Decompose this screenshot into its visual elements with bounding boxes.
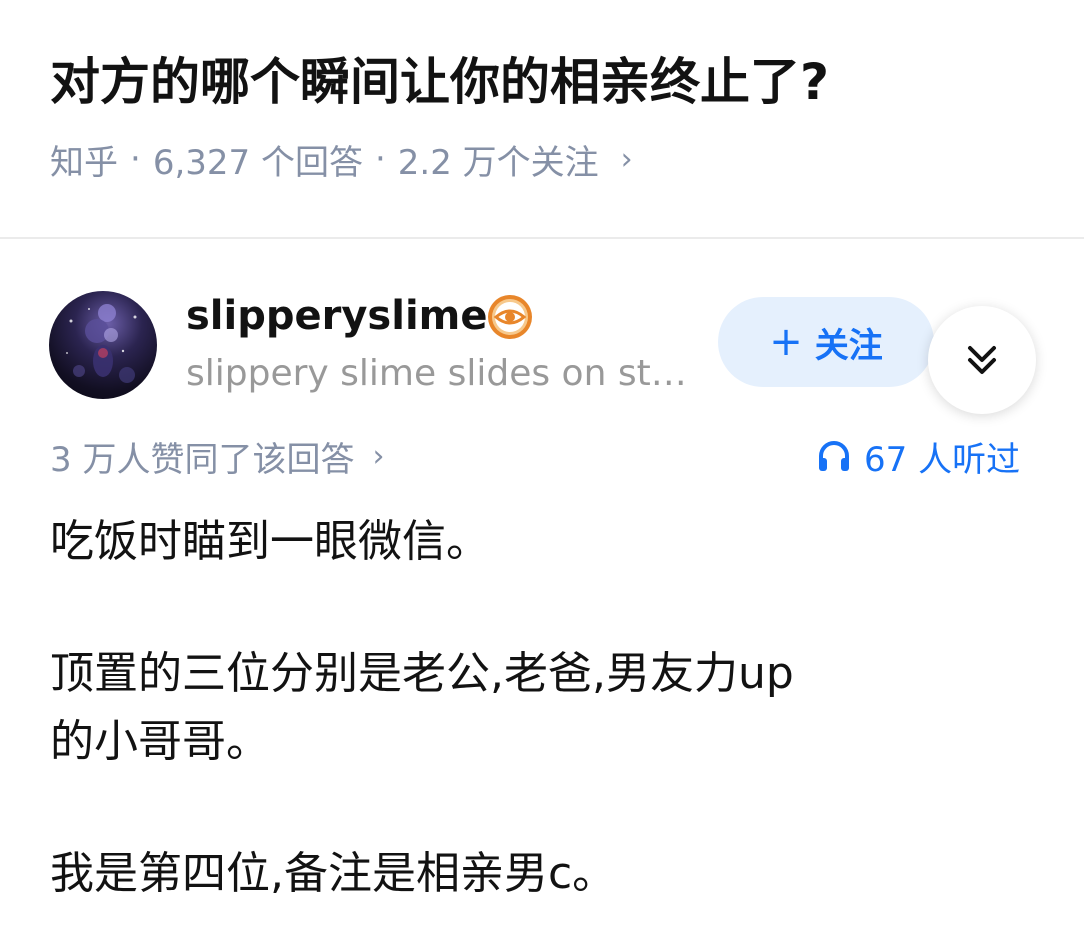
answer-paragraph: 吃饭时瞄到一眼微信。 bbox=[50, 516, 490, 567]
chevron-right-icon: › bbox=[372, 438, 385, 474]
collapse-button[interactable] bbox=[928, 306, 1036, 414]
meta-separator: · bbox=[130, 139, 141, 179]
author-avatar[interactable] bbox=[49, 291, 157, 399]
upvote-count: 3 万人赞同了该回答 bbox=[50, 439, 355, 480]
author-bio: slippery slime slides on str... bbox=[186, 353, 696, 394]
source-label: 知乎 bbox=[50, 142, 118, 183]
follow-button[interactable]: + 关注 bbox=[718, 297, 934, 387]
section-divider bbox=[0, 237, 1084, 239]
answer-paragraph: 的小哥哥。 bbox=[50, 716, 270, 767]
question-title[interactable]: 对方的哪个瞬间让你的相亲终止了? bbox=[50, 42, 829, 122]
author-name[interactable]: slipperyslime bbox=[186, 290, 487, 342]
listen-button[interactable]: 67 人听过 bbox=[816, 430, 1020, 482]
chevron-right-icon: › bbox=[620, 141, 633, 177]
meta-separator: · bbox=[374, 139, 386, 179]
follow-count: 2.2 万个关注 bbox=[397, 142, 599, 183]
answer-paragraph: 我是第四位,备注是相亲男c。 bbox=[50, 848, 617, 899]
eye-badge-icon[interactable] bbox=[486, 293, 534, 341]
headphones-icon bbox=[819, 441, 849, 471]
answer-count: 6,327 个回答 bbox=[152, 142, 363, 183]
follow-label: 关注 bbox=[814, 325, 883, 366]
plus-icon: + bbox=[769, 319, 803, 365]
answer-paragraph: 顶置的三位分别是老公,老爸,男友力up bbox=[50, 648, 794, 699]
question-meta[interactable]: 知乎 · 6,327 个回答 · 2.2 万个关注 › bbox=[50, 134, 633, 184]
double-chevron-down-icon bbox=[968, 346, 996, 374]
listen-count: 67 人听过 bbox=[864, 439, 1021, 480]
upvote-summary[interactable]: 3 万人赞同了该回答 › bbox=[50, 430, 384, 482]
